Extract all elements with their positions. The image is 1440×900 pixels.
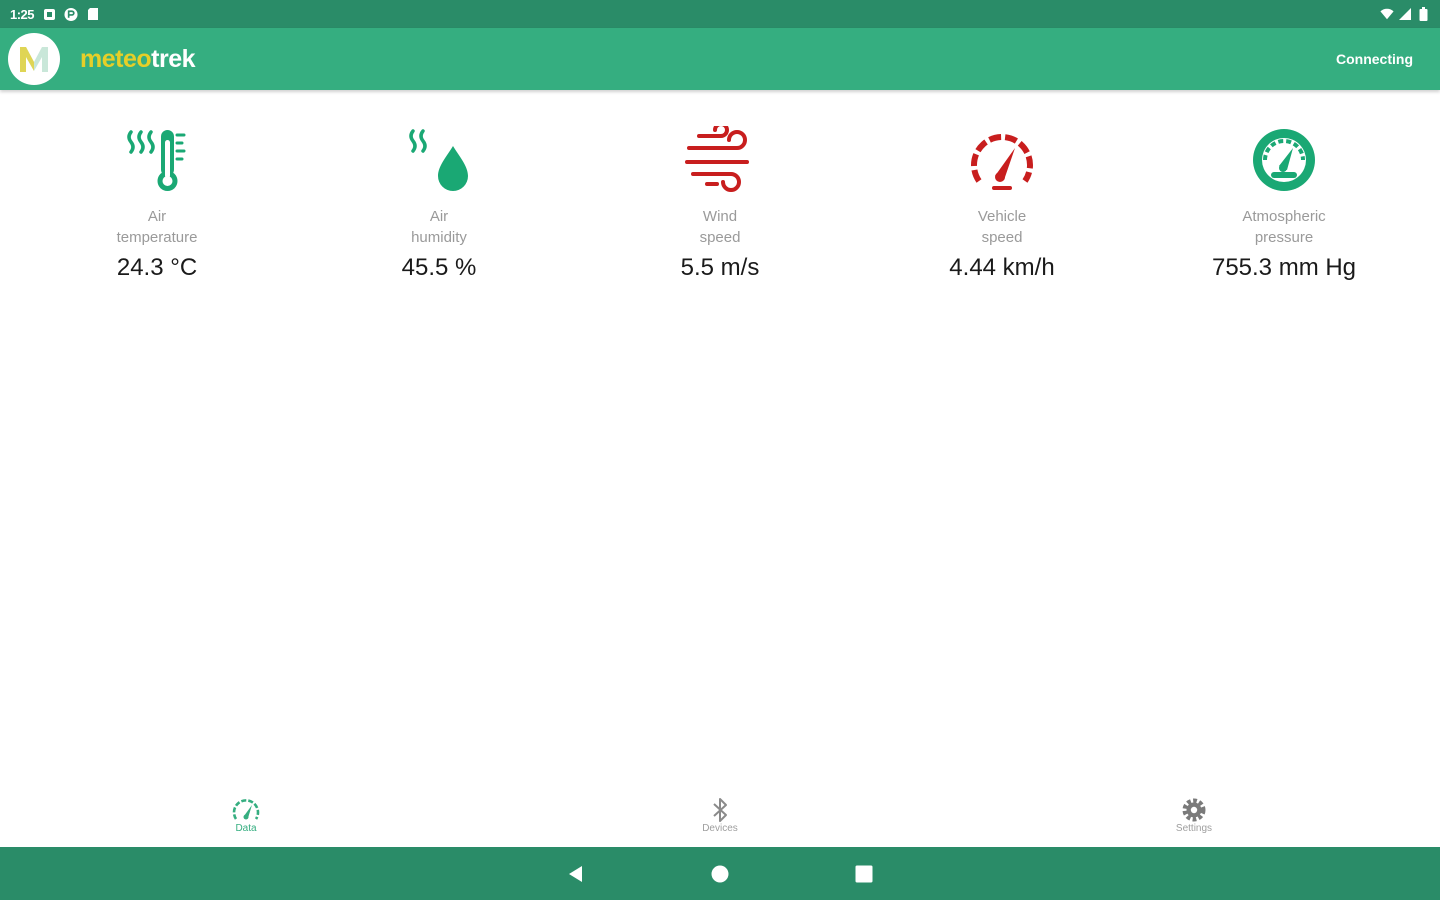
speedometer-icon <box>971 134 1033 190</box>
app-title-trek: trek <box>151 44 196 73</box>
sensor-vehicle-speed: Vehicle speed 4.44 km/h <box>882 126 1122 282</box>
status-bar: 1:25 <box>0 0 1440 28</box>
sensor-label: Air temperature <box>116 208 198 246</box>
nav-label: Devices <box>702 823 738 834</box>
gauge-icon <box>232 799 260 820</box>
app-screen: 1:25 meteotrek Connecting Air temperatur… <box>0 0 1440 900</box>
thermometer-heat-icon <box>127 130 186 191</box>
gear-icon <box>1182 798 1206 822</box>
status-time: 1:25 <box>10 6 35 22</box>
back-icon <box>569 866 582 882</box>
app-title-meteo: meteo <box>80 44 152 73</box>
barometer-icon <box>1253 129 1315 191</box>
nav-item-settings[interactable]: Settings <box>1134 795 1254 835</box>
sensor-label: Wind speed <box>699 208 741 246</box>
sensor-value: 5.5 m/s <box>680 254 760 281</box>
meteotrek-logo-icon <box>20 47 48 72</box>
sensor-value: 45.5 % <box>401 254 477 281</box>
system-navigation-bar <box>0 847 1440 900</box>
back-button[interactable] <box>562 860 590 888</box>
sensor-air-temperature: Air temperature 24.3 °C <box>37 126 277 282</box>
nav-label: Data <box>235 823 257 834</box>
sensor-label: Air humidity <box>411 208 467 246</box>
sensor-value: 4.44 km/h <box>949 254 1055 281</box>
recents-button[interactable] <box>850 860 878 888</box>
nav-label: Settings <box>1175 823 1213 834</box>
nav-item-data[interactable]: Data <box>186 795 306 835</box>
sensor-value: 755.3 mm Hg <box>1211 254 1357 281</box>
recents-icon <box>855 865 873 883</box>
home-button[interactable] <box>706 860 734 888</box>
app-bar: meteotrek Connecting <box>0 28 1440 90</box>
sensor-label: Vehicle speed <box>977 208 1027 246</box>
wind-icon <box>685 126 749 192</box>
p-icon <box>64 7 78 21</box>
humidity-drop-icon <box>409 129 468 191</box>
sensor-value: 24.3 °C <box>116 254 198 281</box>
home-icon <box>711 865 729 883</box>
battery-icon <box>1416 7 1430 21</box>
notification-icon <box>42 7 56 21</box>
sensor-label: Atmospheric pressure <box>1242 208 1326 246</box>
bottom-navigation: Data Devices Settings <box>0 790 1440 847</box>
sensor-readings: Air temperature 24.3 °C Air humidity 45.… <box>0 90 1440 290</box>
nav-item-devices[interactable]: Devices <box>660 795 780 835</box>
sensor-air-humidity: Air humidity 45.5 % <box>319 126 559 282</box>
app-logo <box>8 33 60 85</box>
wifi-icon <box>1380 7 1394 21</box>
sd-card-icon <box>86 7 100 21</box>
sensor-wind-speed: Wind speed 5.5 m/s <box>600 126 840 282</box>
connection-status: Connecting <box>1336 51 1413 67</box>
app-title: meteotrek <box>80 44 196 74</box>
sensor-atmospheric-pressure: Atmospheric pressure 755.3 mm Hg <box>1164 126 1404 282</box>
bluetooth-icon <box>713 798 727 822</box>
signal-icon <box>1398 7 1412 21</box>
status-left: 1:25 <box>10 7 100 22</box>
status-right <box>1380 7 1430 21</box>
